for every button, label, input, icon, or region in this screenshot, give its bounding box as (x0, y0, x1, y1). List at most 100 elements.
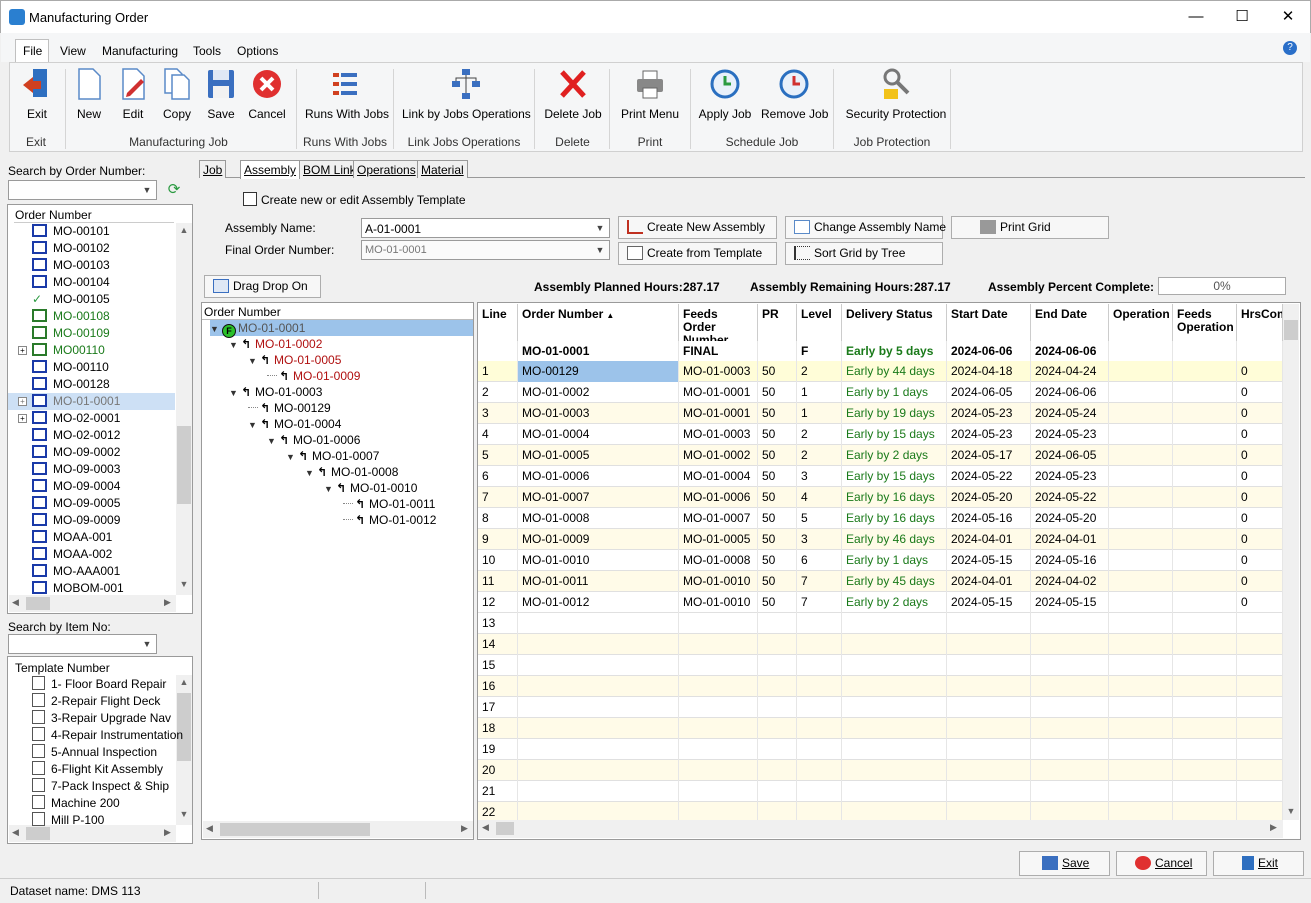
order-list-item[interactable]: MO-00102 (8, 240, 175, 257)
sort-grid-by-tree-button[interactable]: Sort Grid by Tree (785, 242, 943, 265)
grid-cell[interactable]: MO-01-0007 (518, 487, 679, 508)
grid-row-empty[interactable]: 21 (478, 781, 1283, 802)
order-list-item[interactable]: MO-09-0004 (8, 478, 175, 495)
chevron-down-icon[interactable]: ▼ (248, 417, 260, 433)
menu-manufacturing[interactable]: Manufacturing (102, 44, 178, 58)
remove-job-button[interactable]: Remove Job (761, 67, 828, 125)
edit-button[interactable]: Edit (116, 67, 150, 125)
grid-cell[interactable]: MO-01-0003 (518, 403, 679, 424)
template-list-item[interactable]: 5-Annual Inspection (8, 744, 175, 761)
order-list-item[interactable]: MO-00108 (8, 308, 175, 325)
tab-assembly[interactable]: Assembly (240, 160, 301, 179)
grid-row[interactable]: 8 MO-01-0008 MO-01-0007 50 5 Early by 16 days… (478, 508, 1283, 529)
tree-node[interactable]: ▼ ↰ MO-01-0007 (286, 448, 379, 464)
grid-row[interactable]: 6 MO-01-0006 MO-01-0004 50 3 Early by 15 days… (478, 466, 1283, 487)
save-ribbon-button[interactable]: Save (204, 67, 238, 125)
grid-row[interactable]: 2 MO-01-0002 MO-01-0001 50 1 Early by 1 days 2… (478, 382, 1283, 403)
print-menu-button[interactable]: Print Menu (618, 67, 682, 125)
template-list-item[interactable]: Mill P-100 (8, 812, 175, 829)
tree-node[interactable]: ▼ ↰ MO-01-0005 (248, 352, 341, 368)
minimize-button[interactable]: — (1173, 1, 1219, 33)
grid-header-cell[interactable]: Feeds Order Number (679, 304, 758, 341)
new-button[interactable]: New (72, 67, 106, 125)
menu-view[interactable]: View (60, 44, 86, 58)
chevron-down-icon[interactable]: ▼ (324, 481, 336, 497)
save-button[interactable]: Save (1019, 851, 1110, 876)
order-list-item[interactable]: + MO-01-0001 (8, 393, 175, 410)
order-list-hscroll[interactable]: ◀ ▶ (9, 595, 176, 612)
grid-row[interactable]: 12 MO-01-0012 MO-01-0010 50 7 Early by 2 days… (478, 592, 1283, 613)
order-list-item[interactable]: MOAA-001 (8, 529, 175, 546)
order-list-item[interactable]: MOAA-002 (8, 546, 175, 563)
chevron-down-icon[interactable]: ▼ (267, 433, 279, 449)
chevron-down-icon[interactable]: ▼ (229, 337, 241, 353)
order-list-item[interactable]: ✓ MO-00105 (8, 291, 175, 308)
tree-node[interactable]: ▼ ↰ MO-01-0008 (305, 464, 398, 480)
order-list-item[interactable]: + MO00110 (8, 342, 175, 359)
order-list-item[interactable]: MO-09-0009 (8, 512, 175, 529)
tree-node[interactable]: ▼ F MO-01-0001 (210, 320, 473, 338)
chevron-down-icon[interactable]: ▼ (210, 321, 222, 337)
tree-hscroll[interactable]: ◀ ▶ (203, 821, 473, 838)
grid-header-cell[interactable]: Level (797, 304, 842, 341)
tree-node[interactable]: ▼ ↰ MO-01-0006 (267, 432, 360, 448)
order-list-item[interactable]: MO-00128 (8, 376, 175, 393)
grid-header-cell[interactable]: HrsCom (1237, 304, 1283, 341)
cancel-button[interactable]: Cancel (1116, 851, 1207, 876)
menu-options[interactable]: Options (237, 44, 278, 58)
grid-row-empty[interactable]: 19 (478, 739, 1283, 760)
tree-node[interactable]: ↰ MO-01-0011 (343, 496, 435, 512)
grid-row[interactable]: 1 MO-00129 MO-01-0003 50 2 Early by 44 days 20… (478, 361, 1283, 382)
tab-job[interactable]: Job (199, 160, 227, 178)
tree-node[interactable]: ▼ ↰ MO-01-0003 (229, 384, 322, 400)
grid-row[interactable]: 3 MO-01-0003 MO-01-0001 50 1 Early by 19 days… (478, 403, 1283, 424)
change-assembly-name-button[interactable]: Change Assembly Name (785, 216, 946, 239)
chevron-down-icon[interactable]: ▼ (248, 353, 260, 369)
grid-cell[interactable]: MO-01-0002 (518, 382, 679, 403)
grid-cell[interactable]: MO-01-0012 (518, 592, 679, 613)
tree-node[interactable]: ↰ MO-01-0012 (343, 512, 436, 528)
order-list-item[interactable]: MO-AAA001 (8, 563, 175, 580)
template-list-item[interactable]: 2-Repair Flight Deck (8, 693, 175, 710)
expand-icon[interactable]: + (18, 346, 27, 355)
tab-operations[interactable]: Operations (353, 160, 420, 178)
assembly-name-select[interactable]: A-01-0001 ▼ (361, 218, 610, 238)
apply-job-button[interactable]: Apply Job (698, 67, 752, 125)
grid-row[interactable]: 5 MO-01-0005 MO-01-0002 50 2 Early by 2 days 2… (478, 445, 1283, 466)
grid-header-cell[interactable]: Feeds Operation (1173, 304, 1237, 341)
grid-cell[interactable]: MO-01-0010 (518, 550, 679, 571)
final-order-select[interactable]: MO-01-0001 ▼ (361, 240, 610, 260)
grid-row[interactable]: 7 MO-01-0007 MO-01-0006 50 4 Early by 16 days… (478, 487, 1283, 508)
order-list-item[interactable]: MO-00101 (8, 223, 175, 240)
order-list-item[interactable]: MO-09-0005 (8, 495, 175, 512)
grid-header-cell[interactable]: Order Number ▲ (518, 304, 679, 341)
tree-node[interactable]: ▼ ↰ MO-01-0004 (248, 416, 341, 432)
expand-icon[interactable]: + (18, 397, 27, 406)
close-window-button[interactable]: ✕ (1265, 1, 1311, 33)
grid-row[interactable]: 4 MO-01-0004 MO-01-0003 50 2 Early by 15 days… (478, 424, 1283, 445)
grid-cell[interactable]: MO-01-0004 (518, 424, 679, 445)
order-list-item[interactable]: MO-09-0002 (8, 444, 175, 461)
template-list-item[interactable]: 3-Repair Upgrade Nav (8, 710, 175, 727)
create-from-template-button[interactable]: Create from Template (618, 242, 777, 265)
print-grid-button[interactable]: Print Grid (951, 216, 1109, 239)
grid-cell[interactable]: MO-01-0008 (518, 508, 679, 529)
tree-node[interactable]: ↰ MO-00129 (248, 400, 331, 416)
grid-header-cell[interactable]: Delivery Status (842, 304, 947, 341)
grid-cell[interactable]: MO-01-0005 (518, 445, 679, 466)
grid-row-empty[interactable]: 17 (478, 697, 1283, 718)
grid-row-empty[interactable]: 16 (478, 676, 1283, 697)
refresh-icon[interactable]: ⟳ (163, 180, 185, 200)
order-list-item[interactable]: MOBOM-001 (8, 580, 175, 597)
order-list-vscroll[interactable]: ▲ ▼ (176, 223, 192, 595)
grid-row-empty[interactable]: 13 (478, 613, 1283, 634)
grid-row[interactable]: 11 MO-01-0011 MO-01-0010 50 7 Early by 45 day… (478, 571, 1283, 592)
grid-header-cell[interactable]: Line (478, 304, 518, 341)
help-icon[interactable]: ? (1283, 41, 1297, 55)
template-checkbox[interactable] (243, 192, 257, 206)
grid-hscroll[interactable]: ◀ ▶ (478, 820, 1283, 838)
template-list-vscroll[interactable]: ▲ ▼ (176, 675, 192, 825)
order-list-item[interactable]: MO-00109 (8, 325, 175, 342)
link-jobs-operations-button[interactable]: Link by Jobs Operations (402, 67, 531, 125)
grid-cell[interactable]: MO-01-0011 (518, 571, 679, 592)
